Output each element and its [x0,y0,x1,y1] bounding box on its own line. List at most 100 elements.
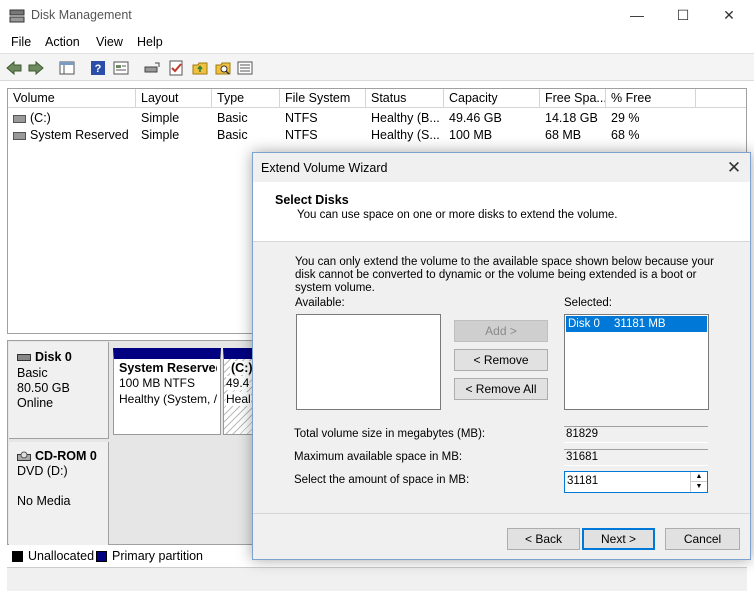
legend-swatch-primary [96,551,107,562]
disk-icon [17,354,31,361]
column-header-type[interactable]: Type [212,89,280,108]
drive-icon [13,114,26,123]
folder-up-icon[interactable] [191,59,209,77]
disk-0-type: Basic [17,366,48,380]
selected-label: Selected: [564,297,612,309]
selected-disk: Disk 0 [568,318,600,330]
volume-file-system: NTFS [285,128,318,142]
partition-name: (C:) [230,361,254,375]
minimize-button[interactable]: — [614,0,660,31]
amount-label: Select the amount of space in MB: [294,474,470,486]
menu-view[interactable]: View [96,35,123,49]
volume-list-header: Volume Layout Type File System Status Ca… [8,89,746,108]
help-icon[interactable]: ? [89,59,107,77]
total-size-label: Total volume size in megabytes (MB): [294,428,486,440]
column-header-file-system[interactable]: File System [280,89,366,108]
partition-size: 49.4 [226,376,250,390]
disk-management-icon [9,9,25,23]
dialog-heading: Select Disks [275,193,349,207]
column-header-percent-free[interactable]: % Free [606,89,696,108]
remove-all-button[interactable]: < Remove All [454,378,548,400]
partition-status: Healthy (System, / [119,392,217,406]
available-list[interactable] [296,314,441,410]
extend-volume-wizard: Extend Volume Wizard ✕ Select Disks You … [252,152,751,560]
status-bar [7,567,747,591]
partition-system-reserved[interactable]: System Reserved 100 MB NTFS Healthy (Sys… [113,348,221,435]
dialog-info-text: You can only extend the volume to the av… [295,256,714,294]
table-row[interactable]: (C:) Simple Basic NTFS Healthy (B... 49.… [8,109,746,126]
max-space-value: 31681 [564,449,708,466]
cdrom-0-type: DVD (D:) [17,464,68,478]
available-label: Available: [295,297,345,309]
cdrom-0-name: CD-ROM 0 [35,449,97,463]
svg-text:?: ? [95,63,102,75]
legend-unallocated: Unallocated [28,549,95,563]
menu-help[interactable]: Help [137,35,163,49]
dialog-close-button[interactable]: ✕ [718,153,750,182]
column-header-status[interactable]: Status [366,89,444,108]
remove-button[interactable]: < Remove [454,349,548,371]
connect-disk-icon[interactable] [143,59,161,77]
volume-free-space: 14.18 GB [545,111,598,125]
back-arrow-icon[interactable] [5,59,23,77]
max-space-label: Maximum available space in MB: [294,451,463,463]
window-title: Disk Management [31,8,132,22]
disk-0-status: Online [17,396,54,410]
cdrom-0-info[interactable]: CD-ROM 0 DVD (D:) No Media [9,442,109,545]
volume-layout: Simple [141,111,180,125]
table-row[interactable]: System Reserved Simple Basic NTFS Health… [8,126,746,143]
cd-drive-icon [17,451,31,461]
disk-0-info[interactable]: Disk 0 Basic 80.50 GB Online [9,342,109,439]
dialog-header: Select Disks You can use space on one or… [253,182,750,242]
volume-name: System Reserved [30,128,129,142]
total-size-value: 81829 [564,426,708,443]
dialog-separator [253,513,750,514]
menu-file[interactable]: File [11,35,31,49]
partition-name: System Reserved [119,361,217,375]
volume-capacity: 100 MB [449,128,493,142]
console-tree-icon[interactable] [58,59,76,77]
volume-free-space: 68 MB [545,128,582,142]
search-folder-icon[interactable] [214,59,232,77]
column-header-capacity[interactable]: Capacity [444,89,540,108]
volume-type: Basic [217,128,248,142]
disk-0-name: Disk 0 [35,350,72,364]
column-header-volume[interactable]: Volume [8,89,136,108]
legend-primary: Primary partition [112,549,203,563]
list-item[interactable]: Disk 0 31181 MB [566,316,707,332]
checklist-icon[interactable] [167,59,185,77]
add-button[interactable]: Add > [454,320,548,342]
back-button[interactable]: < Back [507,528,580,550]
partition-status: Heal [226,392,251,406]
amount-stepper[interactable]: 31181 ▲ ▼ [564,471,708,493]
legend-swatch-unallocated [12,551,23,562]
forward-arrow-icon[interactable] [27,59,45,77]
close-button[interactable]: ✕ [706,0,752,31]
volume-file-system: NTFS [285,111,318,125]
volume-capacity: 49.46 GB [449,111,502,125]
amount-input[interactable]: 31181 [567,475,598,487]
selected-list[interactable]: Disk 0 31181 MB [564,314,709,410]
volume-status: Healthy (S... [371,128,440,142]
cdrom-0-status: No Media [17,494,71,508]
dialog-title: Extend Volume Wizard [261,161,388,175]
spin-up-icon[interactable]: ▲ [690,472,707,482]
column-header-layout[interactable]: Layout [136,89,212,108]
disk-0-size: 80.50 GB [17,381,70,395]
next-button[interactable]: Next > [582,528,655,550]
selected-size: 31181 MB [614,318,666,330]
column-header-free-space[interactable]: Free Spa... [540,89,606,108]
menu-action[interactable]: Action [45,35,80,49]
toolbar: ? [0,53,754,81]
properties-icon[interactable] [112,59,130,77]
cancel-button[interactable]: Cancel [665,528,740,550]
list-view-icon[interactable] [236,59,254,77]
volume-name: (C:) [30,111,51,125]
drive-icon [13,131,26,140]
maximize-button[interactable]: ☐ [660,0,706,31]
title-bar: Disk Management — ☐ ✕ [0,0,754,31]
spin-down-icon[interactable]: ▼ [690,482,707,492]
volume-status: Healthy (B... [371,111,440,125]
volume-layout: Simple [141,128,180,142]
menu-bar: File Action View Help [0,31,754,53]
